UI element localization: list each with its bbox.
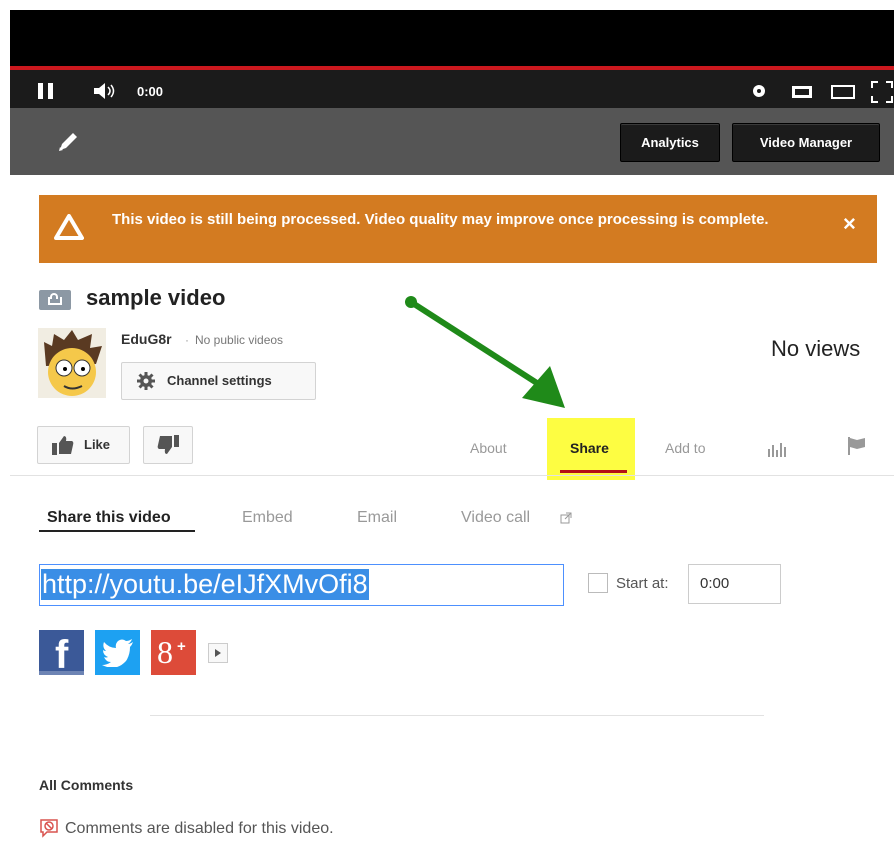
thumbs-down-icon bbox=[157, 435, 179, 454]
external-link-icon bbox=[560, 512, 572, 524]
twitter-bird-icon bbox=[102, 639, 133, 667]
view-count: No views bbox=[771, 336, 861, 361]
start-at-time-input[interactable]: 0:00 bbox=[688, 564, 781, 604]
processing-banner bbox=[39, 195, 877, 263]
like-label: Like bbox=[84, 437, 111, 452]
player-time: 0:00 bbox=[137, 84, 164, 99]
twitter-share-button[interactable] bbox=[95, 630, 140, 675]
video-manager-button[interactable]: Video Manager bbox=[732, 123, 880, 162]
share-url-text: http://youtu.be/eIJfXMvOfi8 bbox=[41, 569, 369, 600]
pencil-icon[interactable] bbox=[56, 130, 80, 154]
unlisted-lock-icon bbox=[39, 290, 71, 310]
thumbs-up-icon bbox=[52, 436, 74, 455]
annotation-arrow bbox=[405, 296, 565, 408]
dot-separator: · bbox=[185, 333, 189, 347]
tab-add-to[interactable]: Add to bbox=[665, 440, 705, 456]
pause-icon[interactable] bbox=[38, 83, 54, 99]
comments-disabled-icon bbox=[40, 819, 58, 838]
share-tab-underline bbox=[560, 470, 627, 473]
close-icon[interactable]: × bbox=[843, 211, 856, 237]
flag-icon[interactable] bbox=[848, 437, 866, 455]
googleplus-plus: + bbox=[177, 638, 186, 655]
googleplus-icon: 8 bbox=[157, 634, 173, 670]
channel-settings-button[interactable]: Channel settings bbox=[121, 362, 316, 400]
stats-icon[interactable] bbox=[768, 441, 788, 457]
channel-settings-label: Channel settings bbox=[167, 373, 272, 388]
settings-icon[interactable] bbox=[752, 84, 766, 98]
googleplus-share-button[interactable]: 8 + bbox=[151, 630, 196, 675]
tab-about[interactable]: About bbox=[470, 440, 507, 456]
avatar[interactable] bbox=[38, 328, 106, 398]
comments-heading: All Comments bbox=[39, 777, 134, 793]
video-title: sample video bbox=[86, 285, 226, 310]
divider bbox=[150, 715, 764, 716]
like-button[interactable]: Like bbox=[37, 426, 130, 464]
warning-icon bbox=[54, 214, 84, 240]
divider bbox=[10, 475, 894, 476]
volume-icon[interactable] bbox=[94, 82, 120, 100]
more-share-button[interactable] bbox=[208, 643, 228, 663]
facebook-share-button[interactable]: f bbox=[39, 630, 84, 675]
channel-name[interactable]: EduG8r bbox=[121, 331, 172, 347]
gear-icon bbox=[137, 372, 155, 390]
subtab-video-call[interactable]: Video call bbox=[461, 509, 530, 527]
start-at-checkbox[interactable] bbox=[588, 573, 608, 593]
analytics-button[interactable]: Analytics bbox=[620, 123, 720, 162]
fullscreen-icon[interactable] bbox=[871, 81, 893, 103]
subtab-email[interactable]: Email bbox=[357, 509, 397, 527]
subtab-share-this-video[interactable]: Share this video bbox=[47, 509, 171, 527]
processing-message: This video is still being processed. Vid… bbox=[112, 211, 769, 228]
small-player-icon[interactable] bbox=[792, 86, 812, 98]
tab-share[interactable]: Share bbox=[570, 440, 609, 456]
subtab-underline bbox=[39, 530, 195, 532]
comments-disabled-text: Comments are disabled for this video. bbox=[65, 820, 334, 837]
top-margin bbox=[0, 0, 894, 10]
facebook-icon: f bbox=[55, 633, 69, 677]
chevron-right-icon bbox=[215, 649, 221, 657]
start-at-label: Start at: bbox=[616, 575, 669, 592]
large-player-icon[interactable] bbox=[831, 85, 855, 99]
dislike-button[interactable] bbox=[143, 426, 193, 464]
channel-note: No public videos bbox=[195, 333, 284, 347]
subtab-embed[interactable]: Embed bbox=[242, 509, 293, 527]
